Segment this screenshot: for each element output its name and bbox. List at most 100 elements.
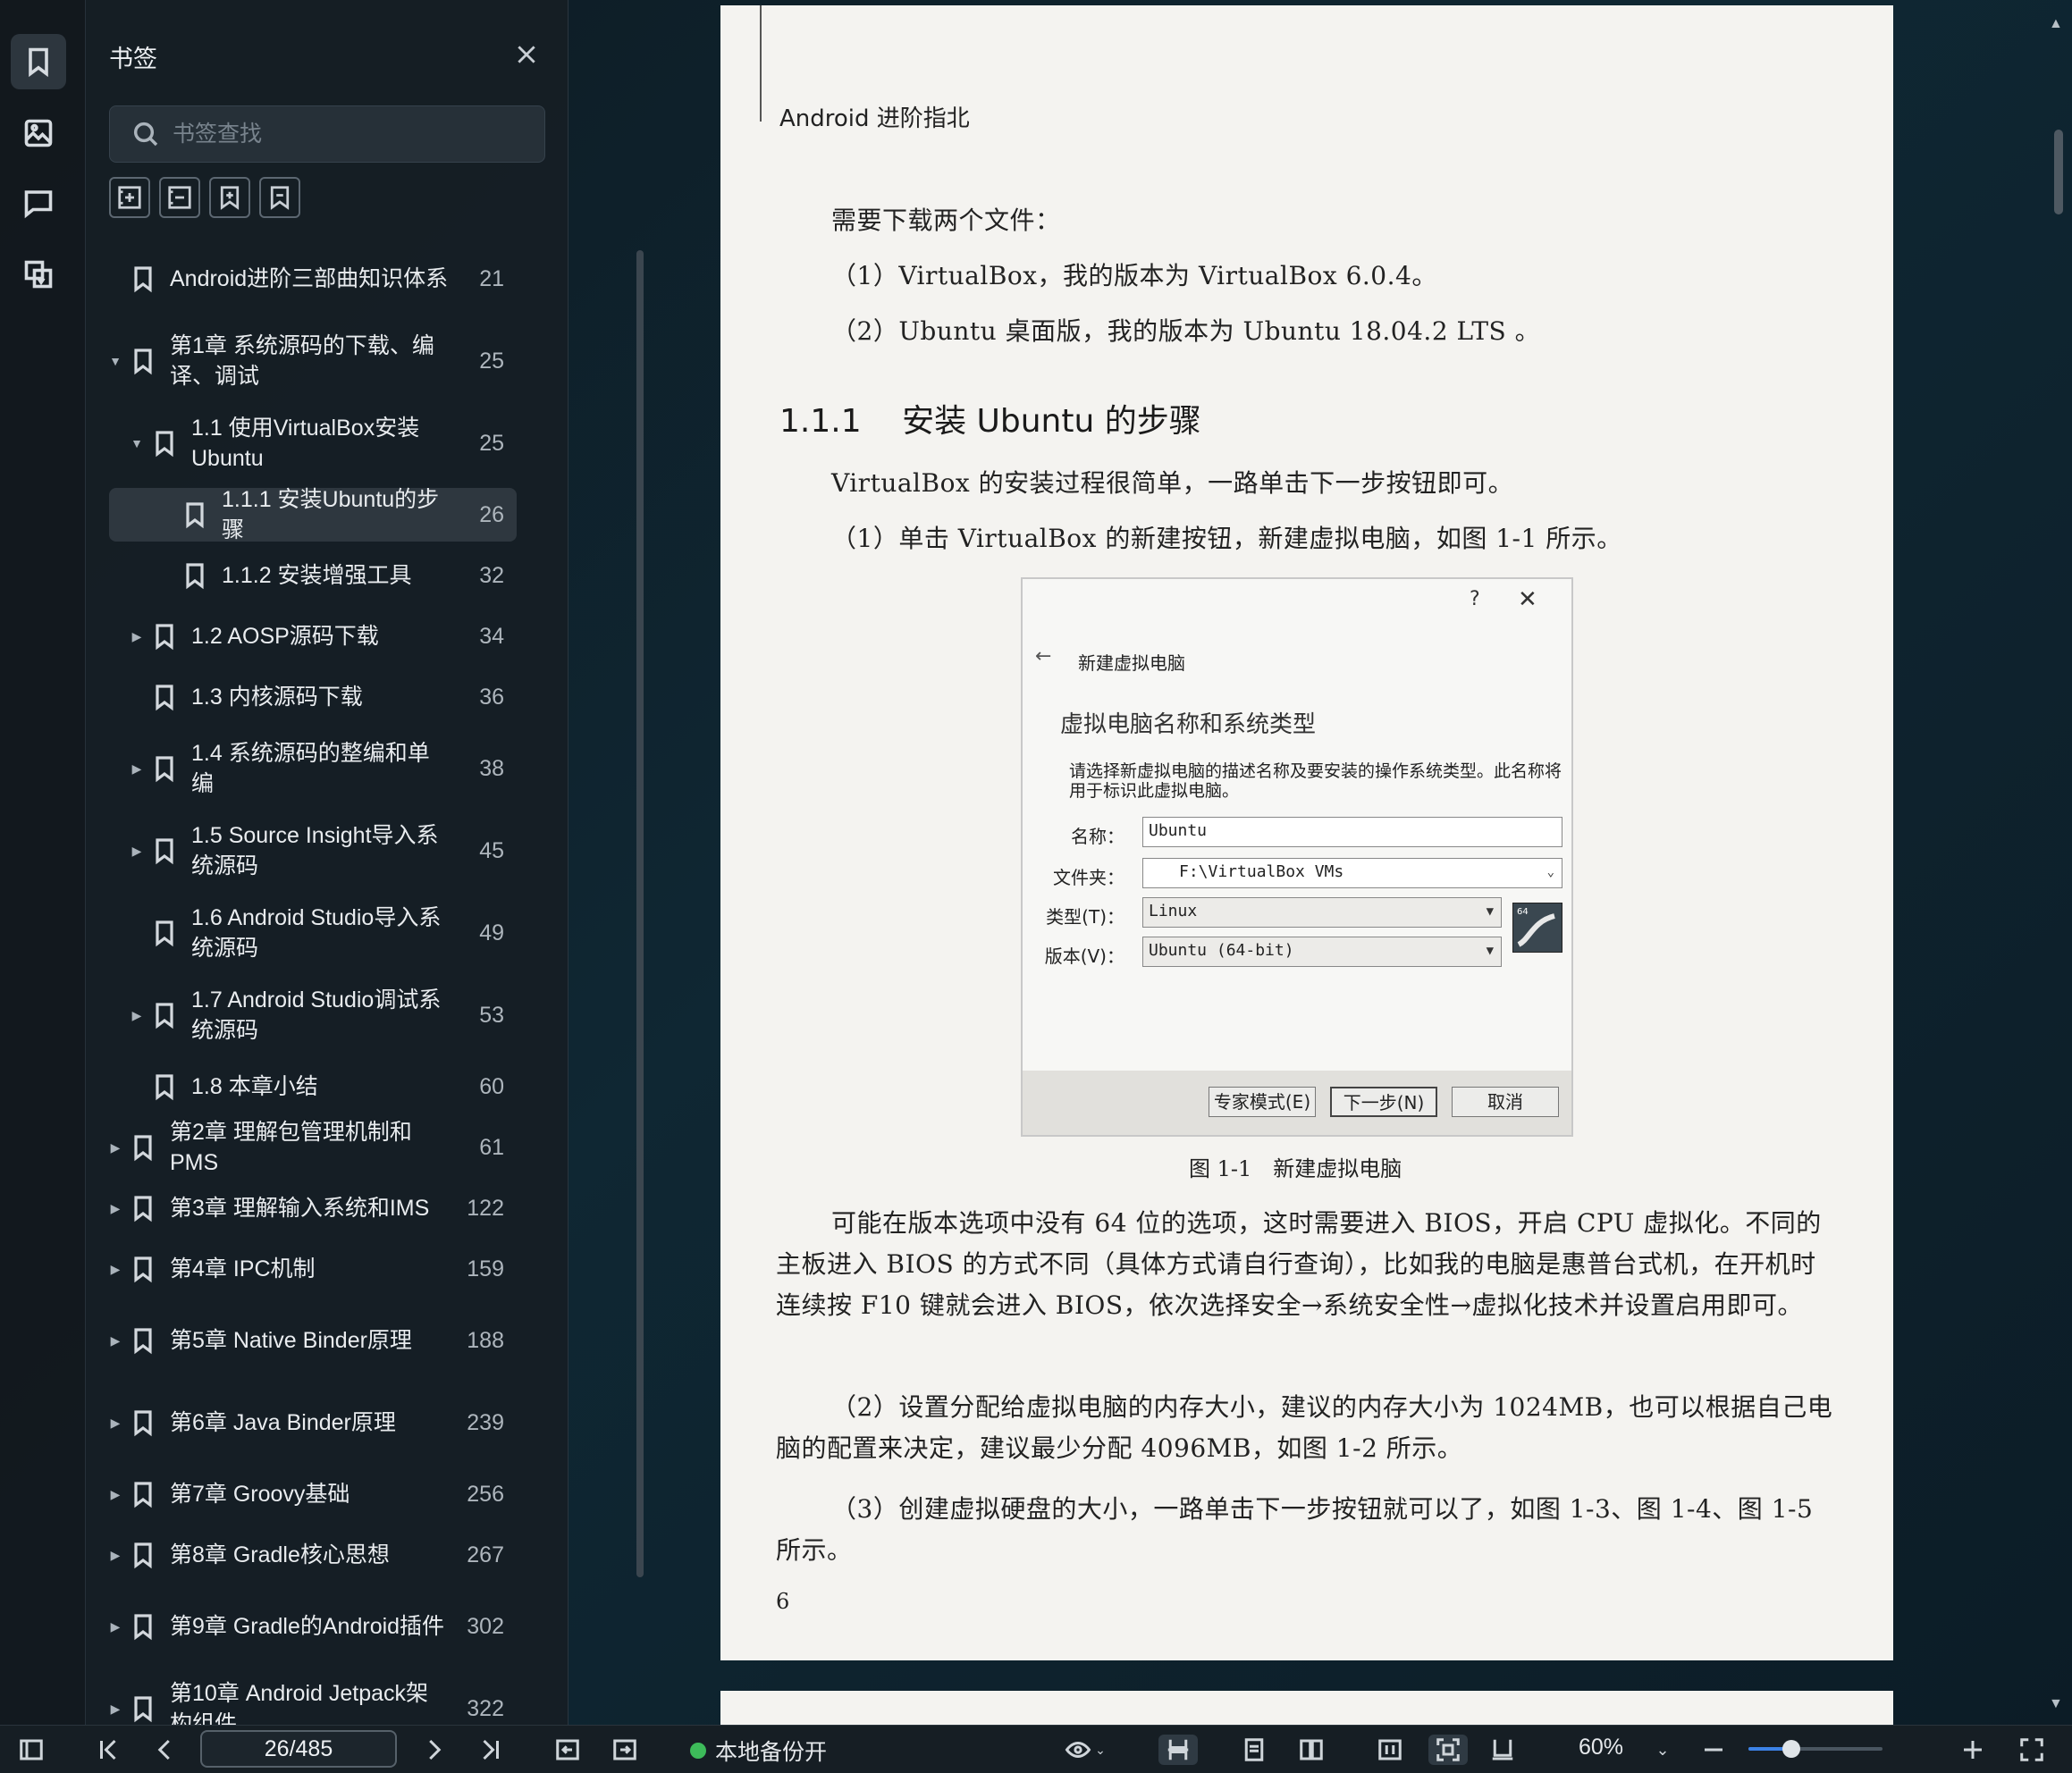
bookmark-icon	[148, 753, 181, 784]
single-page-button[interactable]	[1239, 1735, 1269, 1765]
section-heading: 1.1.1 安装 Ubuntu 的步骤	[779, 395, 1201, 441]
page-number-input[interactable]: 26/485	[200, 1730, 397, 1768]
bookmark-page-number: 267	[467, 1542, 504, 1567]
zoom-in-button[interactable]	[1958, 1735, 1988, 1765]
collapsed-arrow-icon[interactable]: ▶	[109, 1333, 122, 1349]
fit-page-button[interactable]	[1428, 1735, 1468, 1765]
panel-scrollbar[interactable]	[636, 250, 644, 1577]
collapsed-arrow-icon[interactable]: ▶	[109, 1416, 122, 1431]
fullscreen-button[interactable]	[2017, 1735, 2047, 1765]
bookmark-page-number: 322	[467, 1695, 504, 1721]
version-label: 版本(V)：	[1044, 945, 1124, 967]
bookmark-label: 第8章 Gradle核心思想	[170, 1542, 390, 1567]
collapsed-arrow-icon[interactable]: ▶	[131, 844, 143, 859]
bookmark-item[interactable]: ▼ 第1章 系统源码的下载、编译、调试 25	[109, 324, 517, 399]
fit-width-button[interactable]	[1375, 1735, 1405, 1765]
bookmark-item[interactable]: 1.8 本章小结 60	[109, 1060, 517, 1113]
bookmark-page-number: 61	[479, 1134, 504, 1160]
bookmark-page-number: 34	[479, 623, 504, 649]
bookmark-toolbar	[109, 177, 300, 218]
bookmark-item[interactable]: ▶ 1.2 AOSP源码下载 34	[109, 609, 517, 663]
bookmark-page-number: 239	[467, 1409, 504, 1435]
running-header: Android 进阶指北	[779, 105, 970, 132]
bookmark-page-number: 159	[467, 1256, 504, 1281]
bookmark-label: 第2章 理解包管理机制和PMS	[170, 1120, 412, 1175]
toggle-sidebar-button[interactable]	[16, 1735, 46, 1765]
bookmark-page-number: 188	[467, 1327, 504, 1353]
bookmark-item[interactable]: ▶ 第3章 理解输入系统和IMS 122	[109, 1181, 517, 1235]
bookmark-item[interactable]: ▶ 第7章 Groovy基础 256	[109, 1467, 517, 1521]
bookmark-icon	[148, 918, 181, 948]
bookmark-item[interactable]: Android进阶三部曲知识体系 21	[109, 241, 517, 316]
zoom-dropdown-button[interactable]: ⌄	[1652, 1735, 1673, 1765]
bookmark-item[interactable]: ▼ 1.1 使用VirtualBox安装Ubuntu 25	[109, 406, 517, 481]
bookmark-search-box[interactable]	[109, 105, 545, 163]
expanded-arrow-icon[interactable]: ▼	[109, 354, 122, 368]
bookmark-item[interactable]: ▶ 第9章 Gradle的Android插件 302	[109, 1589, 517, 1664]
first-page-button[interactable]	[93, 1735, 123, 1765]
last-page-button[interactable]	[476, 1735, 506, 1765]
version-value: Ubuntu (64-bit)	[1149, 941, 1294, 960]
bookmark-item[interactable]: 1.1.1 安装Ubuntu的步骤 26	[109, 487, 517, 542]
bookmark-icon	[29, 47, 48, 78]
collapsed-arrow-icon[interactable]: ▶	[109, 1262, 122, 1277]
bookmark-label: 1.4 系统源码的整编和单编	[191, 741, 430, 796]
bookmark-item[interactable]: 1.1.2 安装增强工具 32	[109, 549, 517, 602]
bookmark-page-number: 45	[479, 837, 504, 863]
zoom-level[interactable]: 60%	[1579, 1735, 1623, 1760]
bookmark-item[interactable]: ▶ 第4章 IPC机制 159	[109, 1242, 517, 1296]
bookmark-item[interactable]: ▶ 第2章 理解包管理机制和PMS 61	[109, 1120, 517, 1175]
bookmark-item[interactable]: 1.3 内核源码下载 36	[109, 670, 517, 724]
comment-panel-button[interactable]	[11, 175, 66, 231]
zoom-out-button[interactable]	[1698, 1735, 1729, 1765]
collapsed-arrow-icon[interactable]: ▶	[131, 629, 143, 644]
continuous-scroll-button[interactable]	[1158, 1735, 1198, 1765]
bookmark-panel-button[interactable]	[11, 34, 66, 89]
minus-icon	[1705, 1748, 1722, 1752]
zoom-slider[interactable]	[1748, 1740, 1882, 1758]
collapse-all-icon	[168, 186, 191, 209]
previous-page-button[interactable]	[150, 1735, 181, 1765]
next-document-page	[720, 1691, 1893, 1727]
expanded-arrow-icon[interactable]: ▼	[131, 436, 143, 450]
paragraph: （1）单击 VirtualBox 的新建按钮，新建虚拟电脑，如图 1-1 所示。	[831, 524, 1622, 553]
bookmark-item[interactable]: ▶ 第5章 Native Binder原理 188	[109, 1303, 517, 1378]
eye-protection-button[interactable]: ⌄	[1060, 1735, 1110, 1765]
collapsed-arrow-icon[interactable]: ▶	[131, 1008, 143, 1023]
document-page: Android 进阶指北 需要下载两个文件： （1）VirtualBox，我的版…	[720, 5, 1893, 1660]
go-forward-button[interactable]	[610, 1735, 640, 1765]
bookmark-item[interactable]: ▶ 第6章 Java Binder原理 239	[109, 1385, 517, 1460]
collapsed-arrow-icon[interactable]: ▶	[131, 761, 143, 777]
go-back-button[interactable]	[552, 1735, 583, 1765]
double-page-button[interactable]	[1296, 1735, 1327, 1765]
thumbnail-panel-button[interactable]	[11, 105, 66, 161]
bookmark-icon	[127, 1540, 159, 1570]
expand-all-button[interactable]	[109, 177, 150, 218]
close-panel-button[interactable]	[511, 39, 542, 70]
add-bookmark-button[interactable]	[209, 177, 250, 218]
document-scrollbar-thumb[interactable]	[2054, 130, 2063, 214]
dialog-subtitle: 虚拟电脑名称和系统类型	[1060, 711, 1317, 738]
actual-size-button[interactable]	[1487, 1735, 1518, 1765]
bookmark-item[interactable]: ▶ 1.7 Android Studio调试系统源码 53	[109, 978, 517, 1053]
collapsed-arrow-icon[interactable]: ▶	[109, 1548, 122, 1563]
next-page-button[interactable]	[418, 1735, 449, 1765]
collapsed-arrow-icon[interactable]: ▶	[109, 1702, 122, 1717]
collapsed-arrow-icon[interactable]: ▶	[109, 1487, 122, 1502]
bookmark-item[interactable]: ▶ 第8章 Gradle核心思想 267	[109, 1528, 517, 1582]
zoom-slider-knob[interactable]	[1782, 1740, 1800, 1758]
bookmark-item[interactable]: ▶ 1.5 Source Insight导入系统源码 45	[109, 813, 517, 888]
comment-icon	[24, 190, 53, 219]
collapsed-arrow-icon[interactable]: ▶	[109, 1201, 122, 1216]
backup-status[interactable]: 本地备份开	[690, 1735, 827, 1767]
bookmark-search-input[interactable]	[173, 121, 512, 147]
collapsed-arrow-icon[interactable]: ▶	[109, 1140, 122, 1155]
extract-panel-button[interactable]	[11, 247, 66, 302]
bookmark-item[interactable]: ▶ 1.4 系统源码的整编和单编 38	[109, 731, 517, 806]
remove-bookmark-button[interactable]	[259, 177, 300, 218]
collapse-all-button[interactable]	[159, 177, 200, 218]
scroll-up-arrow-icon[interactable]: ▲	[2049, 16, 2063, 32]
bookmark-item[interactable]: 1.6 Android Studio导入系统源码 49	[109, 895, 517, 971]
collapsed-arrow-icon[interactable]: ▶	[109, 1619, 122, 1634]
scroll-down-arrow-icon[interactable]: ▼	[2049, 1696, 2063, 1712]
